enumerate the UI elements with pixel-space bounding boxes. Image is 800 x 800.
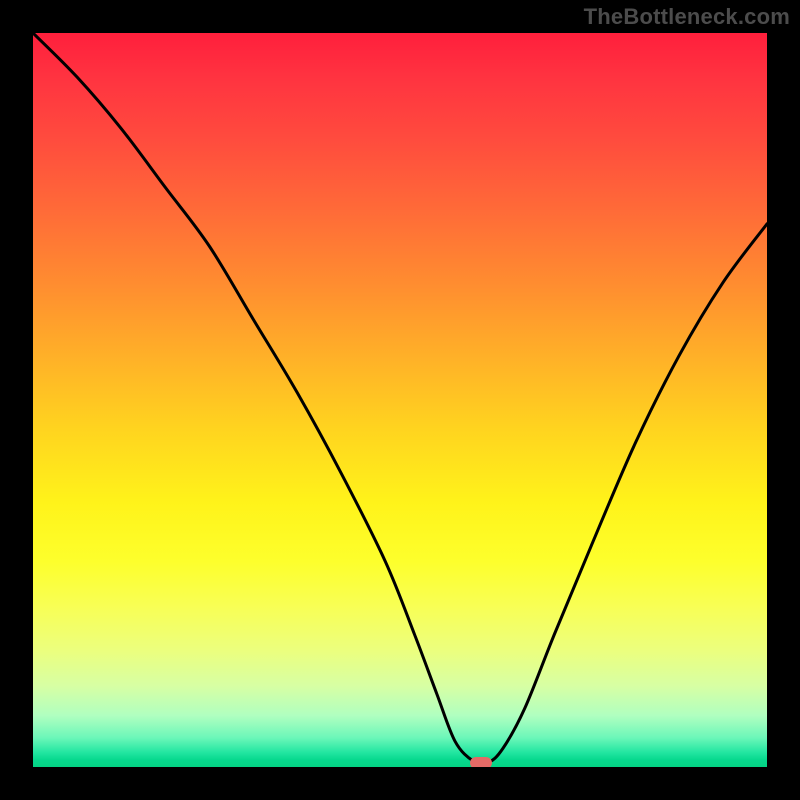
chart-frame: TheBottleneck.com [0,0,800,800]
bottleneck-curve [33,33,767,767]
watermark-text: TheBottleneck.com [584,4,790,30]
minimum-marker [470,757,492,767]
plot-area [33,33,767,767]
